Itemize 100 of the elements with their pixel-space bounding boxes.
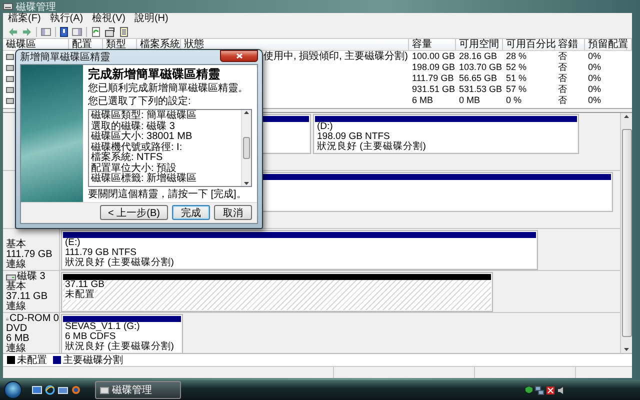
dialog-button[interactable]: < 上一步(B) <box>100 205 168 220</box>
legend-label: 主要磁碟分割 <box>63 354 123 367</box>
partition-text: 37.11 GB <box>65 280 104 290</box>
disk-name: 磁碟 3 <box>17 272 46 282</box>
table-cell-text: 52 % <box>505 62 528 73</box>
scroll-up-icon[interactable] <box>623 113 630 119</box>
disk-info: 6 MB <box>6 334 30 344</box>
partition-block[interactable]: 37.11 GB 未配置 <box>61 272 493 312</box>
table-cell-text: 0 % <box>505 95 523 106</box>
partition-block[interactable]: SEVAS_V1.1 (G:) 6 MB CDFS 狀況良好 (主要磁碟分割) <box>61 314 183 353</box>
table-cell-text: 57 % <box>505 84 528 95</box>
table-cell-text: 否 <box>557 73 568 84</box>
disk-info: DVD <box>6 324 28 334</box>
column-header: 預留配置 <box>585 39 627 50</box>
settings-item: 磁碟區標籤: 新增磁碟區 <box>91 174 198 184</box>
column-header: 容量 <box>409 39 456 50</box>
table-cell-text: 111.79 GB <box>411 73 455 84</box>
window-switch-icon[interactable] <box>58 385 68 395</box>
table-cell-text: 931.51 GB <box>411 84 456 95</box>
scroll-thumb[interactable] <box>243 136 250 159</box>
menu-item[interactable]: 執行(A) <box>50 13 84 25</box>
table-cell-text: 否 <box>557 95 568 106</box>
speaker-icon[interactable] <box>557 386 566 394</box>
partition-text: 狀況良好 (主要磁碟分割) <box>65 258 174 268</box>
network-icon[interactable] <box>535 386 544 394</box>
table-cell-text: 0% <box>587 95 602 106</box>
dialog-title: 新增簡單磁碟區精靈 <box>20 50 110 64</box>
table-cell-text: 0% <box>587 62 602 73</box>
legend-label: 未配置 <box>17 354 47 367</box>
dialog-heading: 完成新增簡單磁碟區精靈 <box>88 68 221 81</box>
dialog-button[interactable]: 取消 <box>214 205 252 220</box>
scrollbar[interactable] <box>241 110 251 186</box>
partition-text: (E:) <box>65 238 80 248</box>
menu-item[interactable]: 檢視(V) <box>92 13 126 25</box>
app-icon <box>100 386 109 394</box>
table-cell-text: 否 <box>557 84 568 95</box>
table-cell-text: 51 % <box>505 73 528 84</box>
disk-info: 111.79 GB <box>6 250 54 260</box>
refresh-icon[interactable] <box>91 26 101 36</box>
table-cell-text: 28 % <box>505 51 528 62</box>
properties-icon[interactable] <box>105 26 115 36</box>
disk-info: 基本 <box>6 240 27 250</box>
settings-item: 檔案系統: NTFS <box>91 153 164 163</box>
table-cell-text: 56.65 GB <box>458 73 498 84</box>
disk-info: 37.11 GB <box>6 292 49 302</box>
disk-info: 連線 <box>6 260 27 270</box>
disk-info: 連線 <box>6 302 27 312</box>
disk-info: 基本 <box>6 282 27 292</box>
table-cell-text: 0 MB <box>458 95 482 106</box>
settings-label: 您已選取了下列的設定: <box>88 96 192 107</box>
partition-text: 6 MB CDFS <box>65 332 116 342</box>
dialog-text: 您已順利完成新增簡單磁碟區精靈。 <box>88 83 249 94</box>
partition-block[interactable]: (E:) 111.79 GB NTFS 狀況良好 (主要磁碟分割) <box>61 230 538 270</box>
taskbar-button[interactable]: 磁碟管理 <box>95 381 181 399</box>
partition-text: (D:) <box>317 122 333 132</box>
partition-block[interactable]: (D:) 198.09 GB NTFS 狀況良好 (主要磁碟分割) <box>313 114 579 154</box>
column-header: 容錯 <box>555 39 585 50</box>
table-cell-text: 否 <box>557 62 568 73</box>
settings-item: 磁碟區大小: 38001 MB <box>91 132 194 142</box>
column-header: 可用百分比 <box>503 39 555 50</box>
column-header: 可用空間 <box>456 39 503 50</box>
partition-text: SEVAS_V1.1 (G:) <box>65 322 140 332</box>
table-cell-text: 否 <box>557 51 568 62</box>
close-icon <box>236 53 242 59</box>
table-cell-text: 531.53 GB <box>458 84 503 95</box>
table-cell-text: 0% <box>587 84 602 95</box>
disk-info: 連線 <box>6 344 27 353</box>
table-cell-text: 0% <box>587 73 602 84</box>
window-title: 磁碟管理 <box>16 0 56 12</box>
settings-item: 配置單位大小: 預設 <box>91 164 177 174</box>
partition-text: 狀況良好 (主要磁碟分割) <box>317 142 426 152</box>
partition-text: 未配置 <box>65 290 95 300</box>
table-cell-text: 100.00 GB <box>411 51 456 62</box>
settings-item: 選取的磁碟: 磁碟 3 <box>91 122 176 132</box>
table-cell-text: 103.70 GB <box>458 62 503 73</box>
partition-text: 狀況良好 (主要磁碟分割) <box>65 342 174 352</box>
settings-item: 磁碟區類型: 簡單磁碟區 <box>91 111 198 121</box>
table-cell-text: 28.16 GB <box>458 51 498 62</box>
menu-item[interactable]: 檔案(F) <box>8 13 41 25</box>
scroll-thumb[interactable] <box>622 129 632 337</box>
panel-icon[interactable] <box>41 26 51 36</box>
document-icon[interactable] <box>119 26 129 36</box>
settings-item: 磁碟機代號或路徑: I: <box>91 142 184 152</box>
menu-item[interactable]: 說明(H) <box>134 13 168 25</box>
dialog-text: 要關閉這個精靈，請按一下 [完成]。 <box>88 188 248 200</box>
shield-icon[interactable] <box>525 386 533 394</box>
window-app-icon <box>3 2 13 11</box>
table-cell-text: 使用中, 損毀傾印, 主要磁碟分割) <box>262 51 409 62</box>
dialog-button[interactable]: 完成 <box>172 205 210 220</box>
desktop-icon[interactable] <box>32 385 42 395</box>
table-cell-text: 6 MB <box>411 95 434 106</box>
close-button[interactable] <box>220 50 258 62</box>
browser-icon[interactable] <box>45 385 55 395</box>
start-button[interactable] <box>4 381 22 399</box>
panel-icon[interactable] <box>72 26 82 36</box>
table-cell-text: 0% <box>587 51 602 62</box>
table-cell-text: 198.09 GB <box>411 62 456 73</box>
scrollbar[interactable] <box>620 113 632 353</box>
partition-text: 198.09 GB NTFS <box>317 132 390 142</box>
partition-text: 111.79 GB NTFS <box>65 248 136 258</box>
